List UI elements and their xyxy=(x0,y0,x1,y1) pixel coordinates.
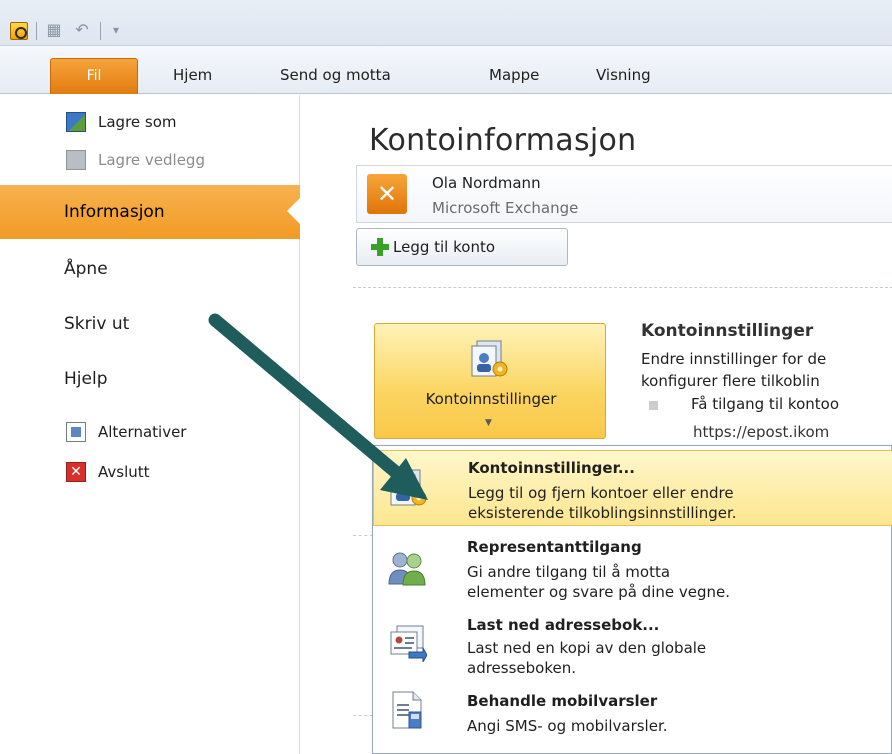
options-icon xyxy=(66,422,86,442)
account-name: Ola Nordmann xyxy=(432,174,541,192)
account-type: Microsoft Exchange xyxy=(432,199,579,217)
nav-print[interactable]: Skriv ut xyxy=(0,302,300,346)
menu-item-description-line: Last ned en kopi av den globale xyxy=(467,639,707,657)
nav-label: Alternativer xyxy=(98,423,187,441)
close-icon: ✕ xyxy=(66,462,86,482)
outlook-app-icon[interactable] xyxy=(10,22,28,40)
account-settings-label: Kontoinnstillinger xyxy=(425,390,557,408)
exchange-icon: ✕ xyxy=(367,174,407,214)
nav-open[interactable]: Åpne xyxy=(0,247,300,291)
nav-label: Avslutt xyxy=(98,463,150,481)
menu-item-description-line: Legg til og fjern kontoer eller endre xyxy=(468,484,734,502)
address-book-download-icon xyxy=(390,625,427,662)
menu-item-title: Last ned adressebok... xyxy=(467,616,660,634)
menu-item-title: Representanttilgang xyxy=(467,538,642,556)
menu-item-title: Kontoinnstillinger... xyxy=(468,459,635,477)
settings-description-line: konfigurer flere tilkoblin xyxy=(641,372,820,390)
chevron-down-icon: ▼ xyxy=(485,418,492,428)
undo-icon[interactable]: ↶ xyxy=(72,20,92,40)
account-selector[interactable]: ✕ Ola Nordmann Microsoft Exchange xyxy=(356,165,892,223)
save-as-icon xyxy=(66,112,86,132)
nav-label: Informasjon xyxy=(64,202,165,222)
account-settings-icon xyxy=(390,469,427,506)
menu-item-download-address-book[interactable]: Last ned adressebok... Last ned en kopi … xyxy=(373,610,892,684)
mobile-alerts-icon xyxy=(392,691,422,729)
menu-item-delegate-access[interactable]: Representanttilgang Gi andre tilgang til… xyxy=(373,530,892,610)
tab-home[interactable]: Hjem xyxy=(173,60,212,92)
plus-icon xyxy=(371,238,389,256)
nav-label: Skriv ut xyxy=(64,314,130,334)
account-settings-icon xyxy=(471,340,508,377)
tab-view[interactable]: Visning xyxy=(596,60,651,92)
tab-file[interactable]: Fil xyxy=(50,58,138,94)
divider xyxy=(353,715,373,716)
nav-label: Hjelp xyxy=(64,369,108,389)
menu-item-description: Last ned en kopi av den globale adresseb… xyxy=(467,638,706,678)
menu-item-description-line: Angi SMS- og mobilvarsler. xyxy=(467,717,668,735)
nav-info[interactable]: Informasjon xyxy=(0,185,301,239)
access-account-label: Få tilgang til kontoo xyxy=(691,395,839,413)
menu-item-description-line: adresseboken. xyxy=(467,659,576,677)
menu-item-title: Behandle mobilvarsler xyxy=(467,692,658,710)
settings-description-line: Endre innstillinger for de xyxy=(641,350,827,368)
menu-item-description: Legg til og fjern kontoer eller endre ek… xyxy=(468,483,737,523)
nav-label: Lagre som xyxy=(98,113,177,131)
settings-heading: Kontoinnstillinger xyxy=(641,321,814,341)
menu-item-description-line: elementer og svare på dine vegne. xyxy=(467,583,731,601)
toolbar-separator xyxy=(36,22,37,40)
backstage-nav: Lagre som Lagre vedlegg Informasjon Åpne… xyxy=(0,95,301,754)
nav-save-as[interactable]: Lagre som xyxy=(0,107,300,137)
account-settings-button[interactable]: Kontoinnstillinger ▼ xyxy=(374,323,606,439)
divider xyxy=(353,287,892,288)
menu-item-description: Gi andre tilgang til å motta elementer o… xyxy=(467,562,730,602)
account-settings-menu: Kontoinnstillinger... Legg til og fjern … xyxy=(372,445,892,754)
add-account-button[interactable]: Legg til konto xyxy=(356,228,568,266)
nav-label: Åpne xyxy=(64,259,108,279)
nav-options[interactable]: Alternativer xyxy=(0,417,300,447)
menu-item-description: Angi SMS- og mobilvarsler. xyxy=(467,716,668,736)
tab-send-receive[interactable]: Send og motta xyxy=(280,60,391,92)
settings-description: Endre innstillinger for de konfigurer fl… xyxy=(641,348,826,392)
tab-folder[interactable]: Mappe xyxy=(489,60,539,92)
divider xyxy=(353,535,373,536)
account-url-link[interactable]: https://epost.ikom xyxy=(693,423,829,441)
ribbon-tabs: Fil Hjem Send og motta Mappe Visning xyxy=(0,46,892,94)
quick-access-toolbar: ▦ ↶ ▾ xyxy=(0,0,892,46)
menu-item-description-line: Gi andre tilgang til å motta xyxy=(467,563,671,581)
nav-help[interactable]: Hjelp xyxy=(0,357,300,401)
menu-item-account-settings[interactable]: Kontoinnstillinger... Legg til og fjern … xyxy=(373,450,892,526)
page-title: Kontoinformasjon xyxy=(369,123,637,158)
customize-toolbar-icon[interactable]: ▾ xyxy=(106,20,126,40)
send-receive-icon[interactable]: ▦ xyxy=(44,20,64,40)
nav-save-attachments: Lagre vedlegg xyxy=(0,145,300,175)
menu-item-manage-mobile-alerts[interactable]: Behandle mobilvarsler Angi SMS- og mobil… xyxy=(373,684,892,748)
bullet-icon xyxy=(649,401,658,410)
nav-exit[interactable]: ✕ Avslutt xyxy=(0,457,300,487)
attachment-icon xyxy=(66,150,86,170)
add-account-label: Legg til konto xyxy=(393,238,496,256)
users-icon xyxy=(388,552,426,586)
menu-item-description-line: eksisterende tilkoblingsinnstillinger. xyxy=(468,504,737,522)
toolbar-separator xyxy=(100,22,101,40)
nav-label: Lagre vedlegg xyxy=(98,151,205,169)
